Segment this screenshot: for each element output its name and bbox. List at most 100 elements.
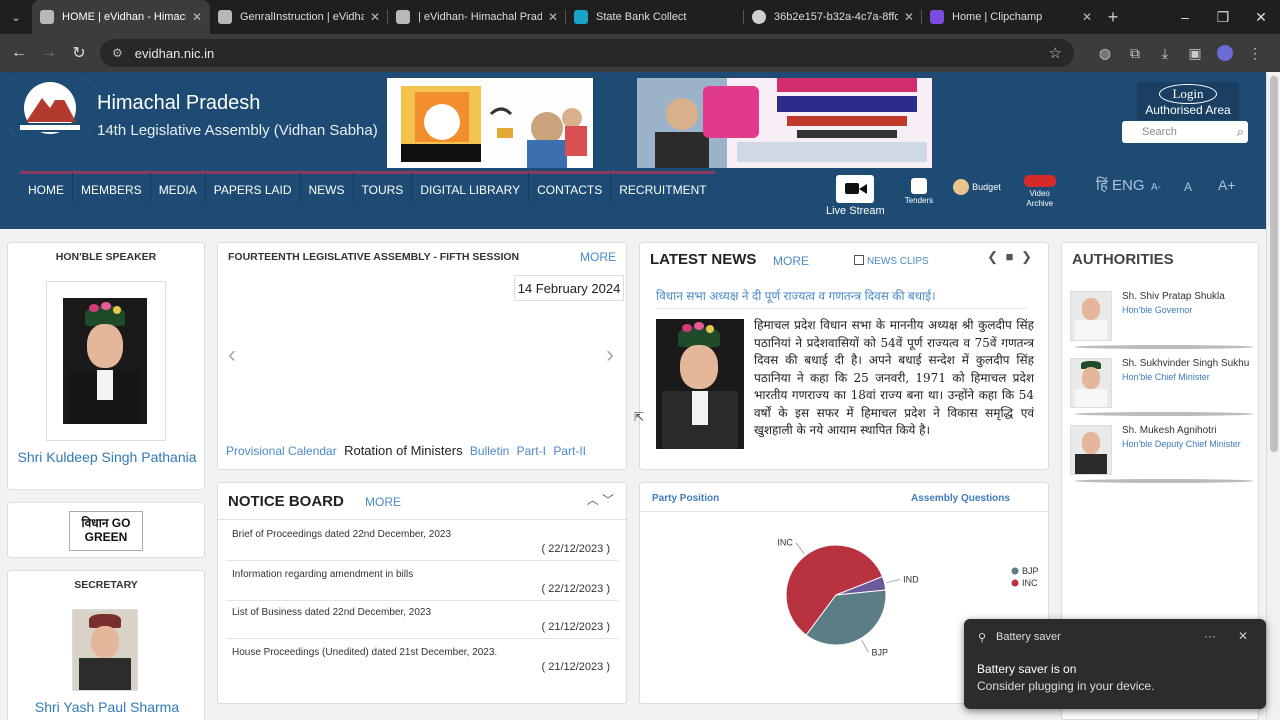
authority-item[interactable]: Sh. Shiv Pratap Shukla Hon'ble Governor [1070,291,1254,353]
carousel-next-icon[interactable]: › [606,341,614,369]
assembly-questions-tab[interactable]: Assembly Questions [911,493,1010,504]
notice-item[interactable]: Brief of Proceedings dated 22nd December… [226,523,618,561]
next-icon[interactable]: ❯ [1021,249,1032,264]
font-increase-button[interactable]: A+ [1218,177,1236,193]
forward-icon[interactable]: → [34,44,64,62]
new-tab-button[interactable]: + [1100,7,1126,28]
address-bar[interactable]: ⚙ evidhan.nic.in ☆ [100,39,1074,67]
nav-recruitment[interactable]: RECRUITMENT [611,171,715,203]
speaker-name-link[interactable]: Shri Kuldeep Singh Pathania [8,447,206,467]
chevron-down-icon[interactable]: ﹀ [602,493,614,507]
tenders-button[interactable]: Tenders [905,178,933,205]
close-tab-icon[interactable]: ✕ [1082,10,1092,24]
downloads-icon[interactable]: ⤓ [1150,45,1180,62]
nav-tours[interactable]: TOURS [353,171,413,203]
notice-text[interactable]: Information regarding amendment in bills [232,569,413,580]
party-position-tab[interactable]: Party Position [652,493,719,504]
video-archive-button[interactable]: Video Archive [1021,175,1059,209]
minimize-icon[interactable]: – [1166,0,1204,34]
page-scrollbar[interactable] [1266,72,1280,720]
nav-digital-library[interactable]: DIGITAL LIBRARY [412,171,530,203]
tab-guid[interactable]: 36b2e157-b32a-4c7a-8ffc ✕ [744,0,922,34]
close-tab-icon[interactable]: ✕ [370,10,380,24]
bulletin-part-2-link[interactable]: Part-II [553,444,586,458]
language-toggle[interactable]: हिं ENG [1096,175,1145,195]
close-tab-icon[interactable]: ✕ [904,10,914,24]
legend-swatch-inc [1011,579,1019,587]
side-panel-icon[interactable]: ▣ [1180,45,1210,62]
tab-search-icon[interactable]: ⌄ [0,0,32,34]
authority-role[interactable]: Hon'ble Chief Minister [1122,372,1210,382]
speaker-photo[interactable] [46,281,166,441]
tab-evidhan-himachal[interactable]: | eVidhan- Himachal Prade ✕ [388,0,566,34]
nav-home[interactable]: HOME [20,171,73,203]
notice-scroll-controls: ︿ ﹀ [587,491,614,508]
legend-swatch-bjp [1011,567,1019,575]
font-normal-button[interactable]: A [1184,180,1192,194]
bal-satra-banner[interactable] [637,78,932,168]
notice-text[interactable]: House Proceedings (Unedited) dated 21st … [232,647,497,658]
authority-role[interactable]: Hon'ble Deputy Chief Minister [1122,439,1241,449]
close-tab-icon[interactable]: ✕ [548,10,558,24]
nav-media[interactable]: MEDIA [150,171,206,203]
authority-role[interactable]: Hon'ble Governor [1122,305,1192,315]
secretary-photo[interactable] [72,609,138,691]
profile-avatar-icon[interactable] [1217,45,1233,61]
back-icon[interactable]: ← [4,44,34,62]
font-decrease-button[interactable]: A- [1151,182,1161,193]
search-input[interactable]: Search ⌕ [1122,121,1248,143]
chevron-up-icon[interactable]: ︿ [587,493,599,507]
pause-icon[interactable]: ■ [1006,249,1014,264]
rotation-of-ministers-link[interactable]: Rotation of Ministers [344,443,463,458]
tab-home-evidhan[interactable]: HOME | eVidhan - Himachal ✕ [32,0,210,34]
legend-label-bjp[interactable]: BJP [1022,566,1039,576]
live-stream-button[interactable]: Live Stream [826,175,885,217]
carousel-prev-icon[interactable]: ‹ [228,341,236,369]
notice-text[interactable]: List of Business dated 22nd December, 20… [232,607,431,618]
menu-kebab-icon[interactable]: ⋮ [1240,45,1270,62]
toast-close-icon[interactable]: ✕ [1238,629,1248,643]
budget-button[interactable]: Budget [953,179,1001,195]
notice-item[interactable]: Information regarding amendment in bills… [226,563,618,601]
login-button[interactable]: Login [1159,84,1217,104]
news-headline-link[interactable]: विधान सभा अध्यक्ष ने दी पूर्ण राज्यत्व व… [656,287,1026,309]
notice-text[interactable]: Brief of Proceedings dated 22nd December… [232,529,451,540]
nav-members[interactable]: MEMBERS [73,171,151,203]
provisional-calendar-link[interactable]: Provisional Calendar [226,444,337,458]
news-clips-link[interactable]: NEWS CLIPS [854,255,929,267]
search-icon[interactable]: ⌕ [1237,121,1244,143]
go-green-logo[interactable]: विधान GO GREEN [69,511,143,551]
tab-clipchamp[interactable]: Home | Clipchamp ✕ [922,0,1100,34]
session-more-link[interactable]: MORE [580,250,616,264]
notice-more-link[interactable]: MORE [365,495,401,509]
bookmark-star-icon[interactable]: ☆ [1049,44,1062,62]
battery-saver-toast[interactable]: ⚲ Battery saver ··· ✕ Battery saver is o… [964,619,1266,709]
vidhan-sabha-logo[interactable] [10,78,90,134]
site-info-icon[interactable]: ⚙ [112,46,123,60]
azadi-amrit-banner[interactable] [387,78,593,168]
nav-papers-laid[interactable]: PAPERS LAID [205,171,301,203]
scrollbar-thumb[interactable] [1270,76,1278,452]
login-area[interactable]: Login Authorised Area [1137,82,1239,120]
authority-item[interactable]: Sh. Sukhvinder Singh Sukhu Hon'ble Chief… [1070,358,1254,420]
notice-item[interactable]: List of Business dated 22nd December, 20… [226,601,618,639]
notice-item[interactable]: House Proceedings (Unedited) dated 21st … [226,641,618,679]
authority-photo [1070,291,1112,341]
legend-label-inc[interactable]: INC [1022,578,1038,588]
toast-more-options-icon[interactable]: ··· [1204,629,1216,643]
nav-contacts[interactable]: CONTACTS [529,171,612,203]
close-tab-icon[interactable]: ✕ [192,10,202,24]
authority-item[interactable]: Sh. Mukesh Agnihotri Hon'ble Deputy Chie… [1070,425,1254,487]
extensions-puzzle-icon[interactable]: ⧉ [1120,45,1150,62]
extension-globe-icon[interactable]: ◍ [1090,45,1120,62]
secretary-name-link[interactable]: Shri Yash Paul Sharma [8,699,206,715]
nav-news[interactable]: NEWS [300,171,354,203]
close-window-icon[interactable]: ✕ [1242,0,1280,34]
tab-genral-instruction[interactable]: GenralInstruction | eVidhan ✕ [210,0,388,34]
tab-state-bank-collect[interactable]: State Bank Collect [566,0,744,34]
maximize-icon[interactable]: ❐ [1204,0,1242,34]
news-more-link[interactable]: MORE [773,254,809,268]
bulletin-part-1-link[interactable]: Part-I [517,444,546,458]
reload-icon[interactable]: ↻ [64,43,94,63]
prev-icon[interactable]: ❮ [987,249,998,264]
